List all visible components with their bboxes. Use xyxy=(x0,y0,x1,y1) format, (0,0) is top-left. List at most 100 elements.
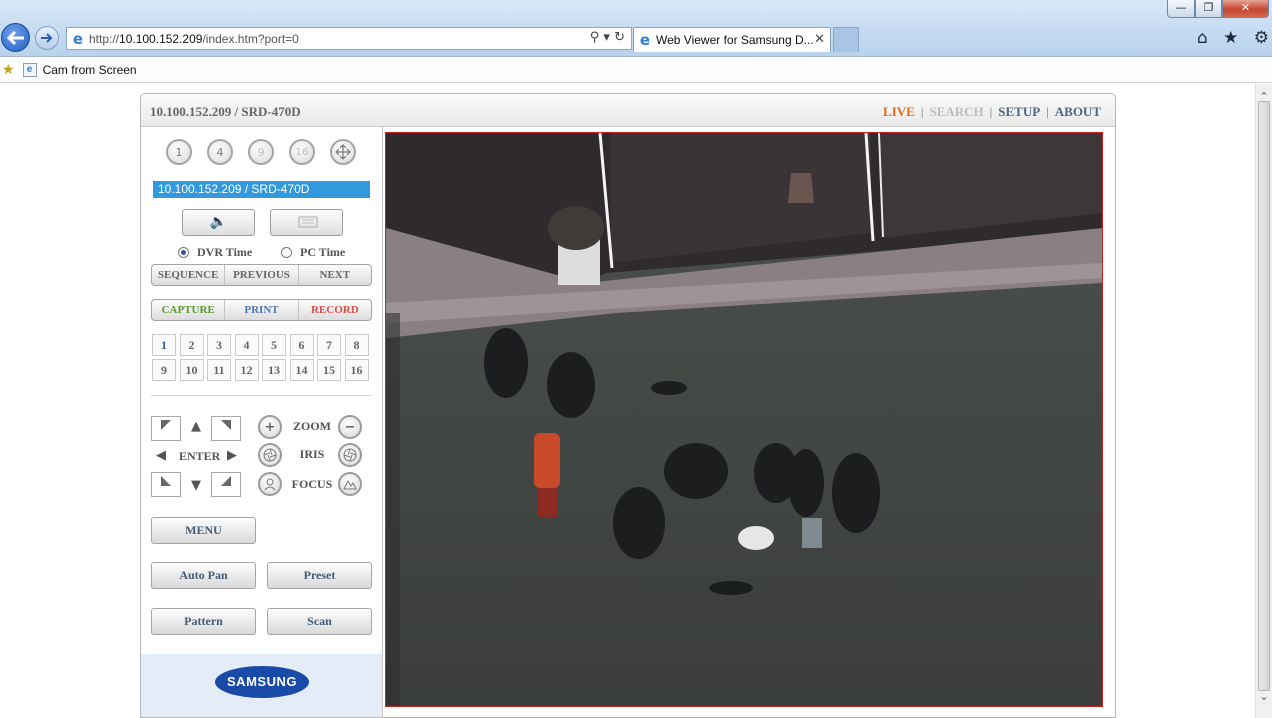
dvr-time-radio[interactable]: DVR Time xyxy=(178,245,252,260)
channel-button[interactable]: 16 xyxy=(344,359,369,381)
auto-pan-button[interactable]: Auto Pan xyxy=(151,562,256,589)
gear-icon[interactable]: ⚙ xyxy=(1254,28,1269,50)
favorite-item-cam-from-screen[interactable]: Cam from Screen xyxy=(43,63,137,77)
split-9-button[interactable]: 9 xyxy=(248,139,274,165)
favorites-bar: ★ e Cam from Screen xyxy=(0,56,1272,83)
forward-arrow-icon xyxy=(41,33,53,43)
focus-near-button[interactable] xyxy=(258,472,282,496)
pattern-button[interactable]: Pattern xyxy=(151,608,256,635)
channel-button[interactable]: 10 xyxy=(179,359,204,381)
arrow-down-right-icon xyxy=(221,476,231,486)
previous-button[interactable]: PREVIOUS xyxy=(225,265,299,285)
pc-time-radio[interactable]: PC Time xyxy=(281,245,345,260)
capture-button[interactable]: CAPTURE xyxy=(152,300,226,320)
camera-name-field[interactable]: 10.100.152.209 / SRD-470D xyxy=(153,181,370,198)
channel-button[interactable]: 4 xyxy=(234,334,259,356)
restore-button[interactable]: ❐ xyxy=(1195,0,1222,18)
zoom-label: ZOOM xyxy=(293,419,331,433)
scroll-down-icon[interactable]: ⌄ xyxy=(1256,690,1272,703)
preset-button[interactable]: Preset xyxy=(267,562,372,589)
ptz-down-right-button[interactable] xyxy=(211,472,241,497)
osd-button[interactable] xyxy=(270,209,343,236)
print-button[interactable]: PRINT xyxy=(225,300,299,320)
channel-button[interactable]: 13 xyxy=(262,359,286,381)
ptz-up-left-button[interactable] xyxy=(151,416,181,441)
address-bar[interactable]: e http://10.100.152.209/index.htm?port=0… xyxy=(66,27,632,50)
zoom-out-button[interactable]: − xyxy=(338,415,362,439)
search-icon[interactable]: ⚲ xyxy=(590,30,600,45)
nav-live[interactable]: LIVE xyxy=(883,104,915,120)
url-text[interactable]: http://10.100.152.209/index.htm?port=0 xyxy=(89,32,299,46)
new-tab-button[interactable] xyxy=(833,27,859,52)
channel-button[interactable]: 5 xyxy=(262,334,286,356)
zoom-in-button[interactable]: + xyxy=(258,415,282,439)
radio-selected-icon xyxy=(178,247,189,258)
ptz-up-right-button[interactable] xyxy=(211,416,241,441)
channel-grid: 1 2 3 4 5 6 7 8 9 10 11 12 13 14 15 16 xyxy=(152,334,369,381)
ptz-right-button[interactable]: ▶ xyxy=(227,448,237,463)
ptz-left-button[interactable]: ◀ xyxy=(156,448,166,463)
channel-button[interactable]: 1 xyxy=(152,334,176,356)
fullscreen-icon xyxy=(335,144,351,160)
channel-button[interactable]: 11 xyxy=(207,359,231,381)
iris-open-button[interactable] xyxy=(258,443,282,467)
channel-button[interactable]: 6 xyxy=(289,334,314,356)
dropdown-icon[interactable]: ▾ xyxy=(603,30,610,45)
channel-button[interactable]: 9 xyxy=(152,359,176,381)
tab-web-viewer[interactable]: e Web Viewer for Samsung D... ✕ xyxy=(633,27,831,52)
channel-button[interactable]: 7 xyxy=(317,334,341,356)
radio-unselected-icon xyxy=(281,247,292,258)
web-viewer: 10.100.152.209 / SRD-470D LIVE | SEARCH … xyxy=(140,93,1116,718)
minimize-button[interactable]: — xyxy=(1167,0,1195,18)
ptz-up-button[interactable]: ▲ xyxy=(191,419,201,434)
address-tools: ⚲ ▾ ↻ xyxy=(590,30,625,45)
favorites-star-icon[interactable]: ★ xyxy=(1223,28,1238,50)
channel-button[interactable]: 15 xyxy=(317,359,341,381)
tab-close-icon[interactable]: ✕ xyxy=(814,31,825,47)
channel-button[interactable]: 2 xyxy=(179,334,204,356)
ptz-down-left-button[interactable] xyxy=(151,472,181,497)
close-window-button[interactable]: ✕ xyxy=(1222,0,1269,18)
menu-button[interactable]: MENU xyxy=(151,517,256,544)
brand-footer: SAMSUNG xyxy=(141,654,382,717)
refresh-icon[interactable]: ↻ xyxy=(614,30,625,45)
ptz-down-button[interactable]: ▼ xyxy=(191,478,201,493)
channel-button[interactable]: 12 xyxy=(234,359,259,381)
nav-about[interactable]: ABOUT xyxy=(1055,104,1101,120)
channel-button[interactable]: 8 xyxy=(344,334,369,356)
split-16-button[interactable]: 16 xyxy=(289,139,315,165)
iris-close-button[interactable] xyxy=(338,443,362,467)
scan-button[interactable]: Scan xyxy=(267,608,372,635)
action-bar: CAPTURE PRINT RECORD xyxy=(151,299,372,321)
live-camera-view[interactable] xyxy=(385,132,1103,707)
nav-separator: | xyxy=(989,104,993,119)
vertical-scrollbar[interactable]: ⌃ ⌄ xyxy=(1255,84,1272,718)
ptz-enter-button[interactable]: ENTER xyxy=(179,449,220,464)
arrow-down-left-icon xyxy=(161,476,171,486)
scroll-thumb[interactable] xyxy=(1258,101,1270,691)
plus-icon: + xyxy=(264,419,276,435)
arrow-up-right-icon xyxy=(221,420,231,430)
speaker-icon: 🔈 xyxy=(209,214,228,230)
channel-button[interactable]: 3 xyxy=(207,334,231,356)
back-button[interactable] xyxy=(1,23,30,52)
page-title: 10.100.152.209 / SRD-470D xyxy=(150,104,301,119)
tab-title: Web Viewer for Samsung D... xyxy=(656,33,814,47)
audio-button[interactable]: 🔈 xyxy=(182,209,255,236)
forward-button[interactable] xyxy=(35,26,59,50)
home-icon[interactable]: ⌂ xyxy=(1197,28,1208,50)
record-button[interactable]: RECORD xyxy=(299,300,371,320)
sequence-button[interactable]: SEQUENCE xyxy=(152,265,226,285)
channel-button[interactable]: 14 xyxy=(289,359,314,381)
add-favorites-icon[interactable]: ★ xyxy=(2,62,15,78)
aperture-icon xyxy=(343,448,357,462)
split-1-button[interactable]: 1 xyxy=(166,139,192,165)
fullscreen-button[interactable] xyxy=(330,139,356,165)
nav-setup[interactable]: SETUP xyxy=(998,104,1040,120)
focus-far-button[interactable] xyxy=(338,472,362,496)
mountain-icon xyxy=(343,479,357,490)
split-4-button[interactable]: 4 xyxy=(207,139,233,165)
nav-separator: | xyxy=(920,104,924,119)
next-button[interactable]: NEXT xyxy=(299,265,371,285)
nav-search[interactable]: SEARCH xyxy=(929,104,983,120)
